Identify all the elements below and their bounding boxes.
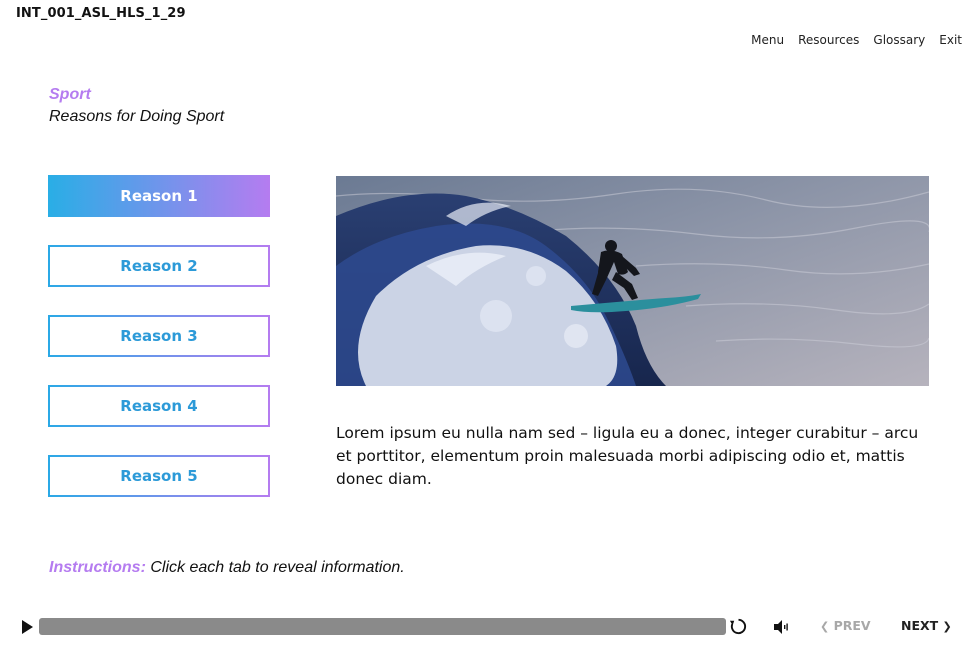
nav-glossary-link[interactable]: Glossary <box>873 33 925 47</box>
course-id: INT_001_ASL_HLS_1_29 <box>16 6 186 21</box>
instructions: Instructions: Click each tab to reveal i… <box>49 559 405 577</box>
surfer-photo <box>336 176 929 386</box>
media-player-bar: ❮ PREV NEXT ❯ <box>0 612 978 642</box>
prev-button[interactable]: ❮ PREV <box>820 618 871 633</box>
tab-label: Reason 4 <box>120 397 198 415</box>
volume-icon[interactable] <box>772 618 790 636</box>
page-title: Reasons for Doing Sport <box>49 108 225 125</box>
replay-icon[interactable] <box>729 617 748 636</box>
nav-resources-link[interactable]: Resources <box>798 33 859 47</box>
tab-reason-3[interactable]: Reason 3 <box>48 315 270 357</box>
tab-label: Reason 5 <box>120 467 198 485</box>
chevron-right-icon: ❯ <box>942 620 952 633</box>
top-nav: Menu Resources Glossary Exit <box>751 33 962 47</box>
tab-reason-2[interactable]: Reason 2 <box>48 245 270 287</box>
nav-menu-link[interactable]: Menu <box>751 33 784 47</box>
reason-description: Lorem ipsum eu nulla nam sed – ligula eu… <box>336 424 919 488</box>
progress-bar[interactable] <box>39 618 726 635</box>
prev-label: PREV <box>833 618 871 633</box>
tab-label: Reason 1 <box>120 187 198 205</box>
tab-reason-5[interactable]: Reason 5 <box>48 455 270 497</box>
instructions-label: Instructions: <box>49 559 146 576</box>
tab-label: Reason 3 <box>120 327 198 345</box>
next-label: NEXT <box>901 618 939 633</box>
play-icon[interactable] <box>20 619 34 635</box>
tab-label: Reason 2 <box>120 257 198 275</box>
tab-reason-4[interactable]: Reason 4 <box>48 385 270 427</box>
instructions-text: Click each tab to reveal information. <box>145 559 405 576</box>
chevron-left-icon: ❮ <box>820 620 830 633</box>
section-title: Sport <box>49 86 91 103</box>
nav-exit-link[interactable]: Exit <box>939 33 962 47</box>
tab-reason-1[interactable]: Reason 1 <box>48 175 270 217</box>
next-button[interactable]: NEXT ❯ <box>901 618 952 633</box>
